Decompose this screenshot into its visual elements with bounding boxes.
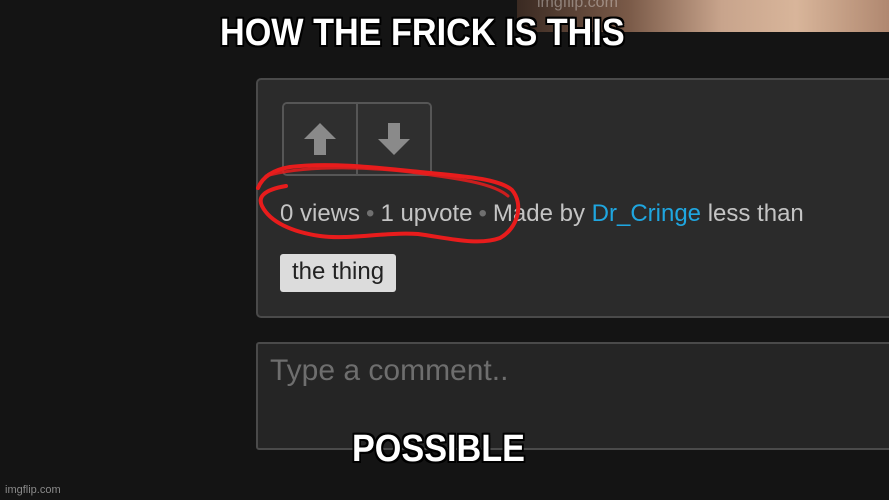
author-link[interactable]: Dr_Cringe — [592, 200, 701, 227]
time-label: less than — [707, 200, 804, 227]
post-meta: 0 views • 1 upvote • Made by Dr_Cringe less … — [280, 200, 804, 228]
separator-dot: • — [366, 200, 375, 227]
upvote-count: 1 upvote — [380, 200, 473, 227]
tag-button[interactable]: the thing — [280, 254, 397, 292]
photo-watermark-fragment: imgflip.com — [537, 0, 618, 11]
vote-buttons — [282, 102, 432, 176]
separator-dot: • — [478, 200, 487, 227]
watermark: imgflip.com — [5, 484, 61, 496]
arrow-down-icon — [378, 123, 410, 155]
top-caption: HOW THE FRICK IS THIS — [220, 12, 625, 54]
post-info-card: 0 views • 1 upvote • Made by Dr_Cringe less … — [256, 78, 889, 318]
upvote-button[interactable] — [284, 104, 356, 174]
bottom-caption: POSSIBLE — [352, 428, 525, 470]
view-count: 0 views — [280, 200, 361, 227]
comment-input[interactable] — [256, 342, 889, 450]
meme-screenshot: imgflip.com 0 views • 1 upvote • Made by Dr_… — [0, 0, 889, 500]
downvote-button[interactable] — [356, 104, 430, 174]
made-by-label: Made by — [492, 200, 585, 227]
arrow-up-icon — [304, 123, 336, 155]
